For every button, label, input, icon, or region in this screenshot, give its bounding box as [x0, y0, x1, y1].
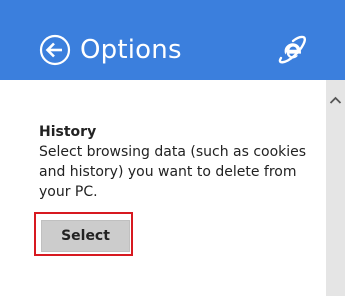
scroll-up-button[interactable]: [326, 90, 345, 110]
history-heading: History: [39, 124, 97, 140]
back-button[interactable]: [39, 34, 71, 66]
history-description: Select browsing data (such as cookies an…: [39, 144, 307, 200]
page-title: Options: [80, 35, 182, 65]
chevron-up-icon: [329, 96, 342, 104]
header-bar: Options: [0, 0, 345, 80]
select-button[interactable]: Select: [41, 220, 130, 252]
back-arrow-circle-icon: [39, 34, 71, 66]
scrollbar[interactable]: [326, 80, 345, 296]
internet-explorer-logo-icon: [276, 34, 308, 66]
